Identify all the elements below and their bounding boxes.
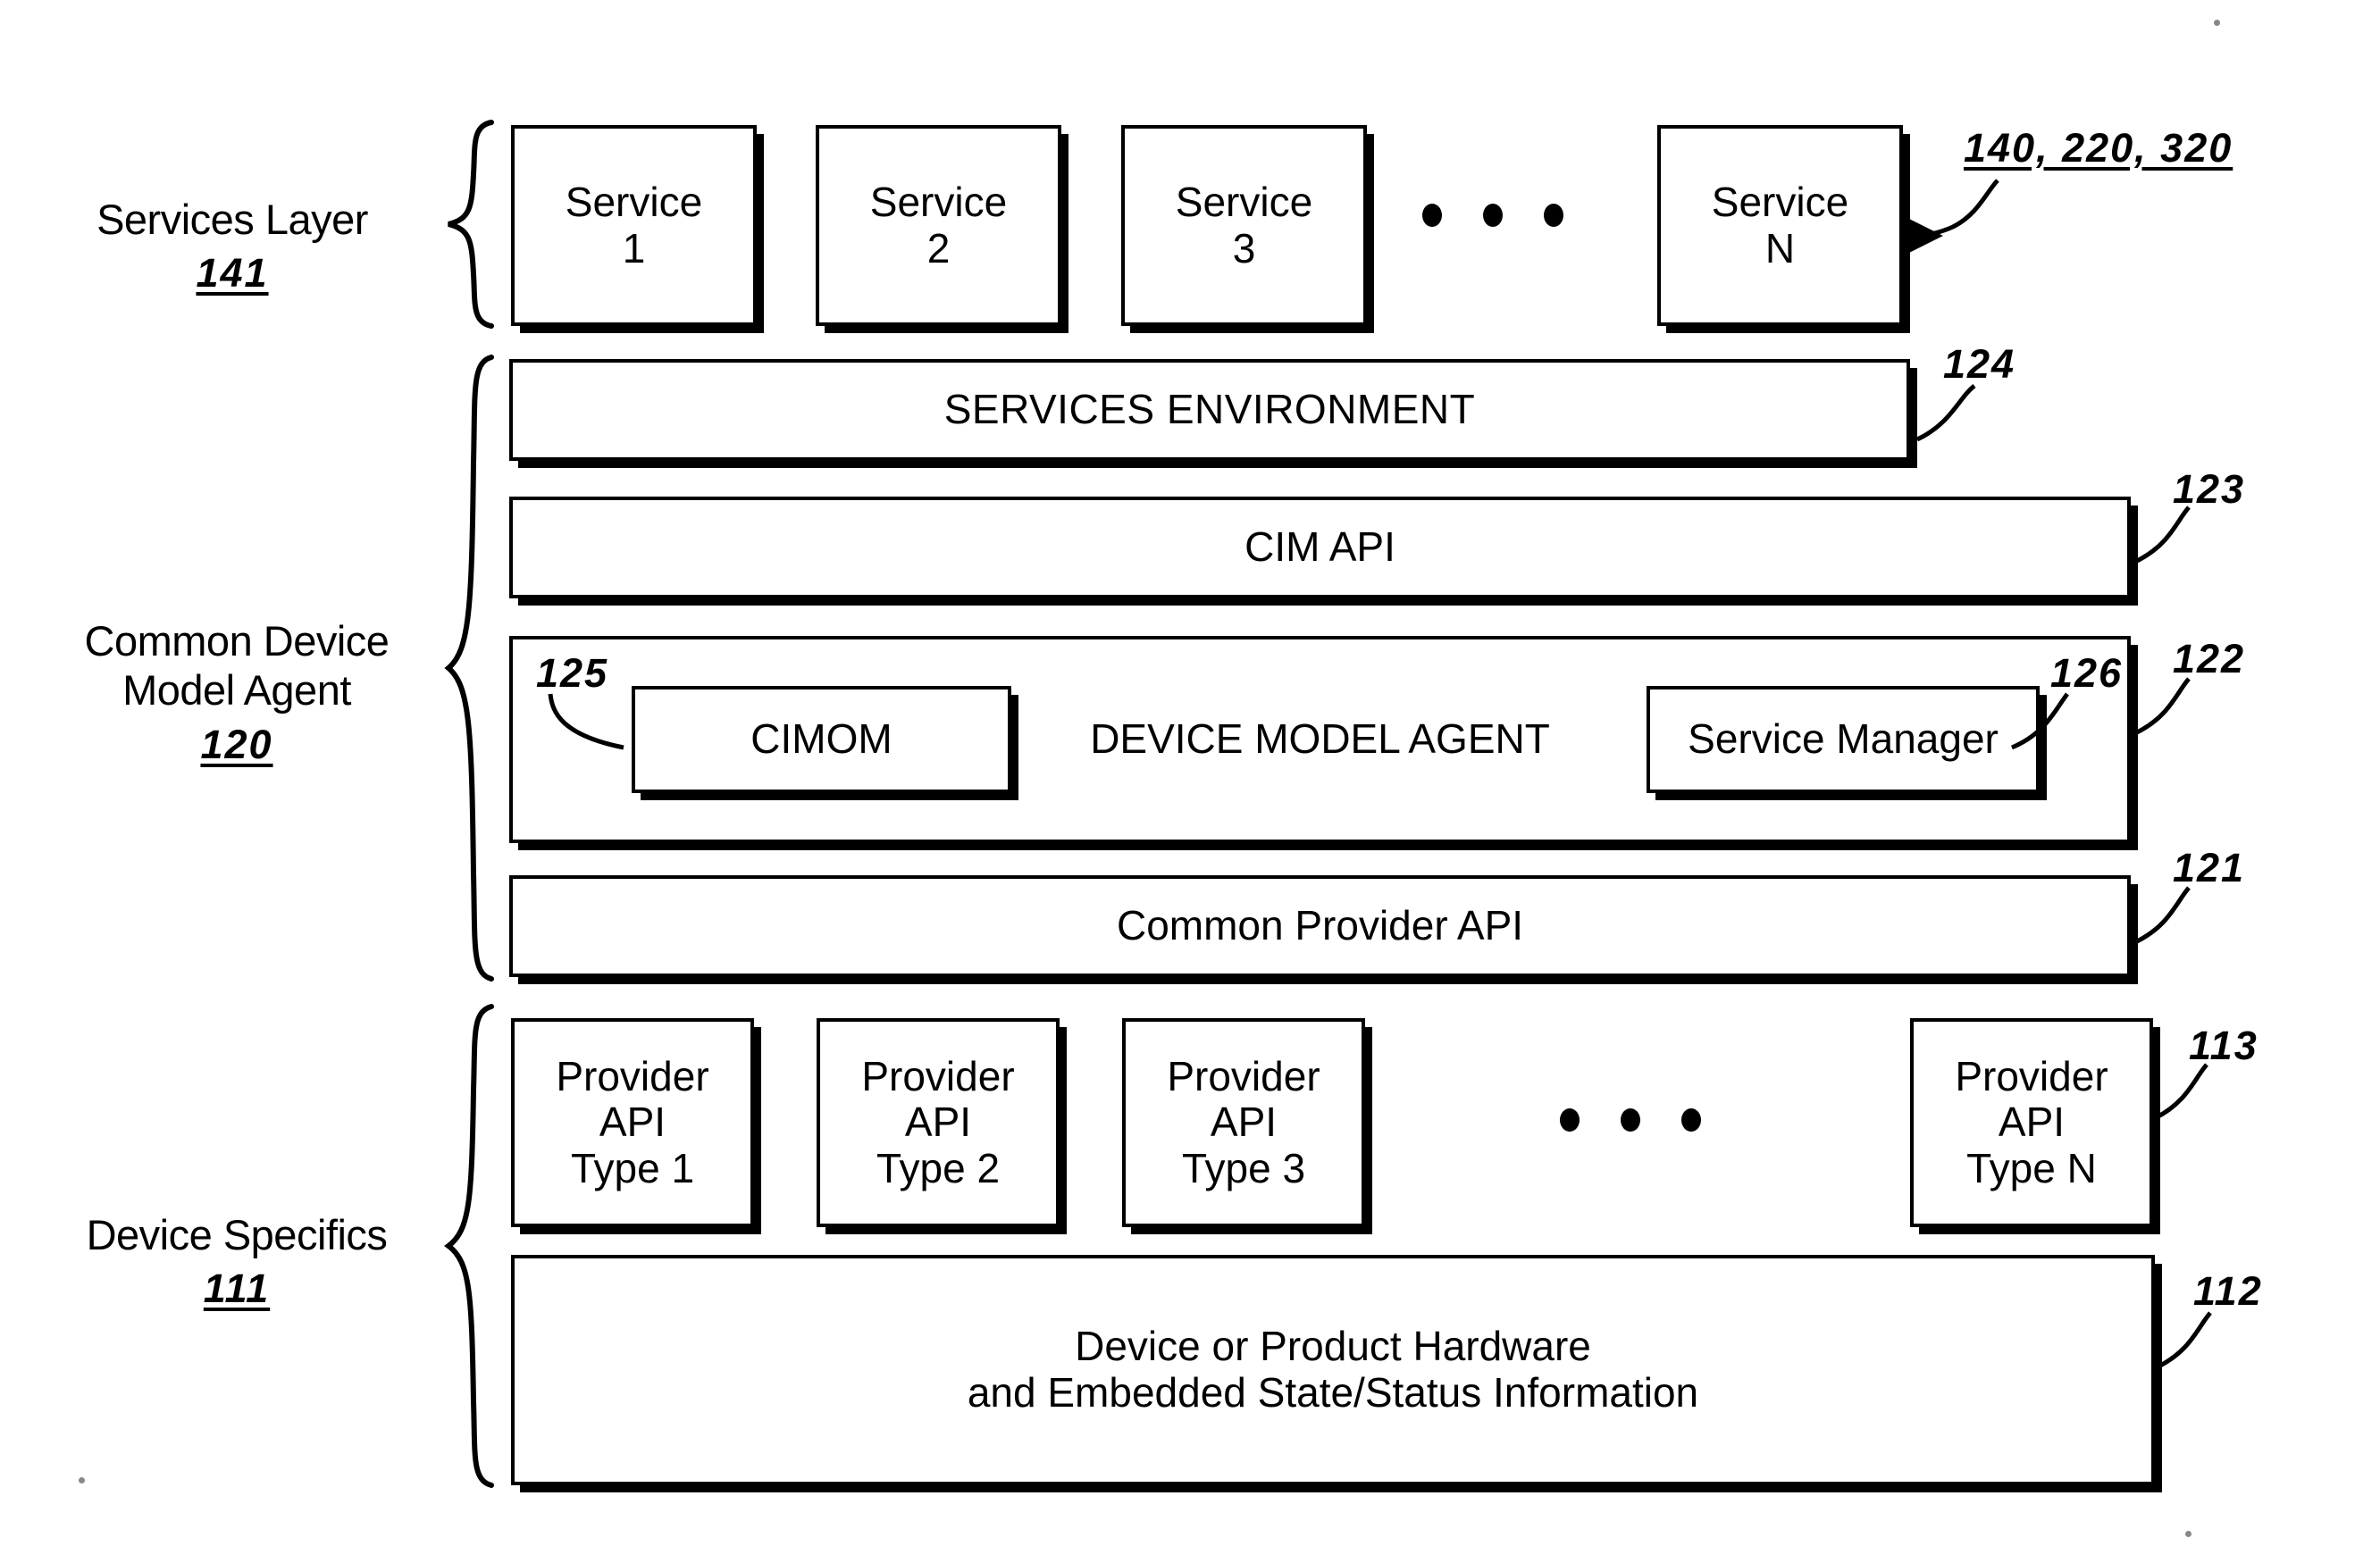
brace-common-device-model-agent	[444, 355, 494, 982]
common-provider-api-bar[interactable]: Common Provider API	[509, 875, 2131, 977]
leader-113	[2153, 1063, 2208, 1121]
group-label-text-line2: Model Agent	[122, 666, 351, 715]
provider-api-box-2-label: Provider API Type 2	[861, 1052, 1015, 1191]
service-box-n-label: Service N	[1711, 178, 1849, 272]
service-box-3[interactable]: Service 3	[1121, 125, 1367, 326]
service-box-2-label: Service 2	[869, 178, 1008, 272]
services-environment-label: SERVICES ENVIRONMENT	[943, 386, 1476, 433]
group-label-text-line1: Common Device	[84, 617, 390, 664]
service-manager-box[interactable]: Service Manager	[1647, 686, 2040, 793]
ref-112: 112	[2193, 1268, 2263, 1314]
device-hardware-label: Device or Product Hardware and Embedded S…	[967, 1323, 1699, 1416]
figure-canvas: Services Layer 141 Common Device Model A…	[0, 0, 2380, 1546]
leader-126	[2011, 692, 2069, 750]
group-label-text: Device Specifics	[86, 1211, 388, 1258]
ref-126: 126	[2050, 650, 2124, 696]
service-manager-label: Service Manager	[1688, 715, 1999, 763]
scan-speck-bottom-left	[79, 1477, 85, 1483]
leader-123	[2135, 506, 2191, 564]
leader-124	[1915, 384, 1976, 442]
cimom-box[interactable]: CIMOM	[632, 686, 1011, 793]
services-ellipsis	[1422, 204, 1563, 227]
ref-124: 124	[1943, 341, 2016, 387]
device-hardware-box[interactable]: Device or Product Hardware and Embedded S…	[511, 1255, 2155, 1485]
cim-api-label: CIM API	[1244, 523, 1395, 571]
leader-122	[2135, 677, 2191, 735]
group-label-common-device-model-agent: Common Device Model Agent 120	[36, 616, 438, 768]
provider-api-box-1[interactable]: Provider API Type 1	[511, 1018, 754, 1227]
callout-arrow-to-service-n	[1902, 179, 1999, 256]
leader-112	[2157, 1311, 2212, 1369]
provider-api-box-3[interactable]: Provider API Type 3	[1122, 1018, 1365, 1227]
provider-api-box-3-label: Provider API Type 3	[1167, 1052, 1320, 1191]
brace-device-specifics	[444, 1004, 494, 1488]
group-label-text: Services Layer	[96, 196, 368, 243]
scan-speck-bottom-right	[2185, 1531, 2191, 1537]
provider-api-box-n-label: Provider API Type N	[1955, 1052, 2108, 1191]
service-box-n[interactable]: Service N	[1657, 125, 1903, 326]
service-box-2[interactable]: Service 2	[816, 125, 1061, 326]
common-provider-api-label: Common Provider API	[1116, 902, 1524, 949]
leader-121	[2135, 886, 2191, 944]
group-ref-120: 120	[200, 721, 273, 767]
callout-ref-140-220-320: 140, 220, 320	[1964, 125, 2233, 171]
scan-speck-top-right	[2214, 20, 2220, 26]
services-environment-bar[interactable]: SERVICES ENVIRONMENT	[509, 359, 1910, 461]
service-box-1[interactable]: Service 1	[511, 125, 757, 326]
cim-api-bar[interactable]: CIM API	[509, 497, 2131, 598]
brace-services-layer	[448, 120, 494, 329]
provider-api-box-1-label: Provider API Type 1	[556, 1052, 709, 1191]
group-ref-141: 141	[196, 250, 269, 297]
group-label-services-layer: Services Layer 141	[54, 195, 411, 297]
ref-121: 121	[2173, 845, 2246, 890]
service-box-1-label: Service 1	[565, 178, 703, 272]
cimom-label: CIMOM	[750, 715, 892, 763]
ref-122: 122	[2173, 636, 2246, 681]
device-model-agent-label: DEVICE MODEL AGENT	[1090, 715, 1550, 763]
provider-api-box-2[interactable]: Provider API Type 2	[817, 1018, 1060, 1227]
provider-ellipsis	[1560, 1108, 1701, 1132]
ref-125: 125	[536, 650, 609, 696]
leader-125	[548, 693, 624, 750]
provider-api-box-n[interactable]: Provider API Type N	[1910, 1018, 2153, 1227]
group-ref-111: 111	[203, 1266, 271, 1312]
service-box-3-label: Service 3	[1175, 178, 1313, 272]
group-label-device-specifics: Device Specifics 111	[40, 1210, 433, 1313]
